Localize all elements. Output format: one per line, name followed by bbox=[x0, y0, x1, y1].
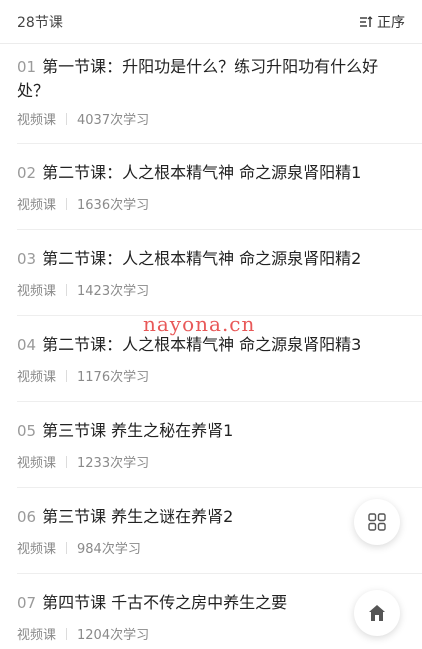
lesson-type: 视频课 bbox=[17, 456, 57, 471]
course-header: 28节课 正序 bbox=[0, 0, 422, 44]
lesson-title-row: 06 第三节课 养生之谜在养肾2 bbox=[17, 505, 233, 529]
lesson-title-row: 05 第三节课 养生之秘在养肾1 bbox=[17, 419, 233, 443]
lesson-views: 1423次学习 bbox=[77, 284, 150, 299]
grid-menu-button[interactable] bbox=[354, 499, 400, 545]
home-icon bbox=[369, 605, 385, 621]
lesson-views: 1176次学习 bbox=[77, 370, 150, 385]
lesson-type: 视频课 bbox=[17, 198, 57, 213]
lesson-item[interactable]: 03 第二节课：人之根本精气神 命之源泉肾阳精2 视频课 1423次学习 bbox=[0, 230, 422, 316]
lesson-meta: 视频课 1423次学习 bbox=[17, 280, 149, 299]
lesson-views: 1204次学习 bbox=[77, 628, 150, 643]
lesson-number: 02 bbox=[17, 164, 37, 182]
lesson-title-row: 02 第二节课：人之根本精气神 命之源泉肾阳精1 bbox=[17, 161, 361, 185]
watermark-text: nayona.cn bbox=[143, 312, 256, 336]
lesson-number: 04 bbox=[17, 336, 37, 354]
lesson-title: 第三节课 养生之谜在养肾2 bbox=[42, 507, 234, 526]
grid-icon bbox=[368, 513, 386, 531]
sort-order-button[interactable]: 正序 bbox=[359, 12, 405, 32]
lesson-title: 第三节课 养生之秘在养肾1 bbox=[42, 421, 234, 440]
sort-label: 正序 bbox=[377, 14, 405, 31]
lesson-item[interactable]: 05 第三节课 养生之秘在养肾1 视频课 1233次学习 bbox=[0, 402, 422, 488]
lesson-item[interactable]: 01 第一节课：升阳功是什么？练习升阳功有什么好处？ 视频课 4037次学习 bbox=[0, 45, 422, 144]
lesson-meta: 视频课 984次学习 bbox=[17, 538, 141, 557]
lesson-number: 06 bbox=[17, 508, 37, 526]
lesson-views: 984次学习 bbox=[77, 542, 141, 557]
lesson-views: 4037次学习 bbox=[77, 113, 150, 128]
lesson-number: 05 bbox=[17, 422, 37, 440]
lesson-title-row: 03 第二节课：人之根本精气神 命之源泉肾阳精2 bbox=[17, 247, 361, 271]
meta-divider bbox=[66, 369, 68, 382]
lesson-title-row: 07 第四节课 千古不传之房中养生之要 bbox=[17, 591, 287, 615]
meta-divider bbox=[66, 455, 68, 468]
lesson-type: 视频课 bbox=[17, 284, 57, 299]
lesson-meta: 视频课 1233次学习 bbox=[17, 452, 149, 471]
meta-divider bbox=[66, 283, 68, 296]
lesson-title: 第二节课：人之根本精气神 命之源泉肾阳精3 bbox=[42, 335, 362, 354]
meta-divider bbox=[66, 112, 68, 125]
lesson-number: 03 bbox=[17, 250, 37, 268]
lesson-title-row: 04 第二节课：人之根本精气神 命之源泉肾阳精3 bbox=[17, 333, 361, 357]
meta-divider bbox=[66, 541, 68, 554]
lesson-title: 第二节课：人之根本精气神 命之源泉肾阳精2 bbox=[42, 249, 362, 268]
lesson-views: 1636次学习 bbox=[77, 198, 150, 213]
lesson-type: 视频课 bbox=[17, 113, 57, 128]
lesson-number: 01 bbox=[17, 58, 37, 76]
lesson-title: 第一节课：升阳功是什么？练习升阳功有什么好处？ bbox=[17, 57, 379, 100]
home-button[interactable] bbox=[354, 590, 400, 636]
lesson-title-row: 01 第一节课：升阳功是什么？练习升阳功有什么好处？ bbox=[17, 55, 397, 103]
lesson-meta: 视频课 4037次学习 bbox=[17, 109, 149, 128]
lesson-title: 第二节课：人之根本精气神 命之源泉肾阳精1 bbox=[42, 163, 362, 182]
meta-divider bbox=[66, 197, 68, 210]
lesson-list: 01 第一节课：升阳功是什么？练习升阳功有什么好处？ 视频课 4037次学习 02… bbox=[0, 45, 422, 648]
lesson-meta: 视频课 1204次学习 bbox=[17, 624, 149, 643]
lesson-type: 视频课 bbox=[17, 628, 57, 643]
lesson-type: 视频课 bbox=[17, 370, 57, 385]
lesson-number: 07 bbox=[17, 594, 37, 612]
lesson-title: 第四节课 千古不传之房中养生之要 bbox=[42, 593, 288, 612]
lesson-count: 28节课 bbox=[17, 14, 63, 31]
lesson-meta: 视频课 1176次学习 bbox=[17, 366, 149, 385]
lesson-item[interactable]: 02 第二节课：人之根本精气神 命之源泉肾阳精1 视频课 1636次学习 bbox=[0, 144, 422, 230]
lesson-type: 视频课 bbox=[17, 542, 57, 557]
lesson-views: 1233次学习 bbox=[77, 456, 150, 471]
sort-icon bbox=[360, 15, 373, 27]
lesson-meta: 视频课 1636次学习 bbox=[17, 194, 149, 213]
meta-divider bbox=[66, 627, 68, 640]
